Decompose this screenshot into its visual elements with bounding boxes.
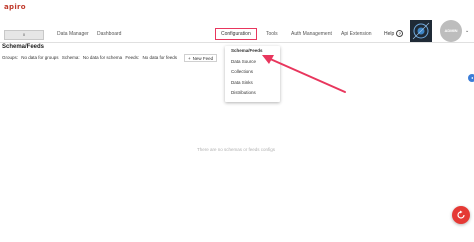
- thumbnail-graphic-icon: [410, 20, 432, 42]
- chevron-down-icon[interactable]: ⌄: [465, 28, 469, 34]
- header-divider: [0, 42, 474, 43]
- user-avatar[interactable]: ADMIN: [440, 20, 462, 42]
- configuration-dropdown-menu: Schema/Feeds Data Source Collections Dat…: [225, 46, 280, 102]
- menu-item-schema-feeds[interactable]: Schema/Feeds: [225, 46, 280, 57]
- nav-dashboard[interactable]: Dashboard: [97, 31, 121, 37]
- feeds-label: Feeds:: [125, 55, 140, 60]
- menu-item-data-sinks[interactable]: Data Sinks: [225, 78, 280, 89]
- help-button[interactable]: Help ?: [384, 30, 404, 37]
- menu-item-data-source[interactable]: Data Source: [225, 57, 280, 68]
- menu-item-distributions[interactable]: Distributions: [225, 88, 280, 99]
- groups-value: No data for groups: [21, 55, 59, 60]
- nav-configuration[interactable]: Configuration: [215, 28, 257, 40]
- plus-icon: +: [188, 55, 191, 61]
- new-feed-button[interactable]: + New Feed: [184, 54, 218, 62]
- nav-api-extension[interactable]: Api Extension: [341, 31, 372, 37]
- groups-label: Groups:: [2, 55, 19, 60]
- new-feed-label: New Feed: [192, 55, 214, 61]
- nav-auth-management[interactable]: Auth Management: [291, 31, 332, 37]
- schema-label: Schema:: [61, 55, 80, 60]
- feeds-value: No data for feeds: [142, 55, 177, 60]
- empty-state-message: There are no schemas or feeds configs: [197, 147, 276, 152]
- menu-item-collections[interactable]: Collections: [225, 67, 280, 78]
- refresh-icon: [457, 210, 465, 219]
- side-panel-toggle-icon[interactable]: ◂: [468, 74, 474, 82]
- fab-button[interactable]: [452, 206, 470, 224]
- nav-tools[interactable]: Tools: [266, 31, 278, 37]
- page-title: Schema/Feeds: [2, 44, 45, 50]
- schema-value: No data for schema: [82, 55, 123, 60]
- stats-bar: Groups: No data for groups Schema: No da…: [2, 55, 179, 60]
- nav-data-manager[interactable]: Data Manager: [57, 31, 89, 37]
- workspace-thumbnail[interactable]: [410, 20, 432, 42]
- help-label: Help: [384, 30, 395, 37]
- help-icon: ?: [396, 30, 404, 37]
- apiro-logo: apiro: [4, 3, 26, 11]
